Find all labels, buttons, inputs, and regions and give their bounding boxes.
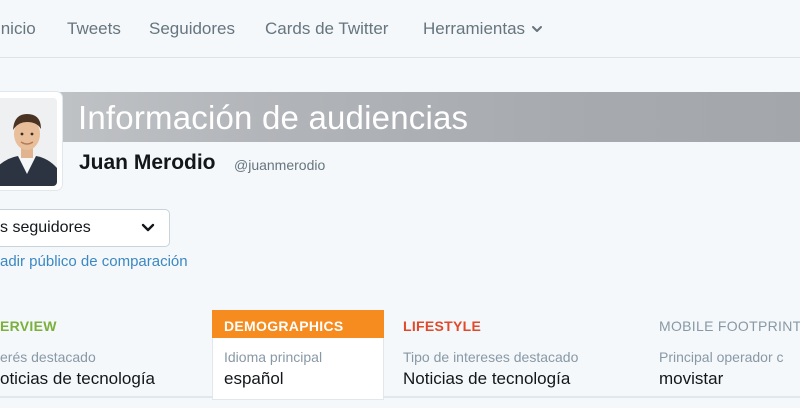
tab-demographics-title: DEMOGRAPHICS [224,318,344,334]
tab-overview-subtitle: erés destacado [0,349,96,365]
user-name: Juan Merodio [79,151,216,174]
audience-select-value: s seguidores [0,219,91,236]
page-title: Información de audiencias [78,99,469,136]
chevron-down-icon [532,26,543,32]
avatar [0,98,57,186]
nav-item-herramientas[interactable]: Herramientas [423,19,543,39]
nav-item-cards[interactable]: Cards de Twitter [265,19,388,39]
tab-lifestyle[interactable]: LIFESTYLE Tipo de intereses destacado No… [403,310,643,398]
chevron-down-icon [141,223,155,232]
tab-mobile-footprint[interactable]: MOBILE FOOTPRINT Principal operador c mo… [659,310,800,398]
tab-demographics-value: español [224,369,284,388]
tab-lifestyle-title: LIFESTYLE [403,318,482,334]
add-comparison-audience-link[interactable]: adir público de comparación [0,253,188,270]
tab-demographics[interactable]: DEMOGRAPHICS Idioma principal español [212,310,384,400]
nav-item-herramientas-label: Herramientas [423,19,526,38]
top-navigation: Inicio Tweets Seguidores Cards de Twitte… [0,0,800,58]
tab-overview-value: oticias de tecnología [0,369,155,388]
nav-item-inicio[interactable]: Inicio [0,19,36,39]
nav-item-seguidores[interactable]: Seguidores [149,19,235,39]
tab-lifestyle-value: Noticias de tecnología [403,369,571,388]
tab-overview-title: ERVIEW [0,318,57,334]
tab-mobile-footprint-value: movistar [659,369,724,388]
user-handle[interactable]: @juanmerodio [234,157,325,173]
nav-item-tweets[interactable]: Tweets [67,19,121,39]
tab-mobile-footprint-subtitle: Principal operador c [659,349,784,365]
tab-mobile-footprint-title: MOBILE FOOTPRINT [659,318,800,334]
tab-lifestyle-subtitle: Tipo de intereses destacado [403,349,579,365]
tab-demographics-subtitle: Idioma principal [224,349,323,365]
profile-photo [0,98,57,186]
tab-overview[interactable]: ERVIEW erés destacado oticias de tecnolo… [0,310,200,398]
